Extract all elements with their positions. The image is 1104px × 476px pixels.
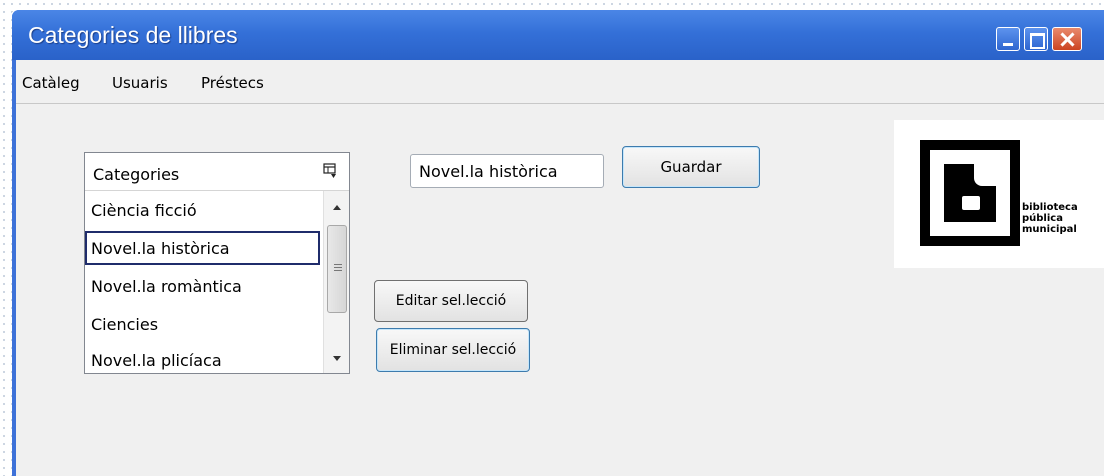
category-list-scrollbar[interactable] xyxy=(323,191,349,373)
category-list[interactable]: Categories Ciència ficció Novel.la histò… xyxy=(84,152,350,374)
maximize-button[interactable] xyxy=(1024,27,1048,51)
category-list-header-label: Categories xyxy=(93,165,180,184)
window-client-area: Catàleg Usuaris Préstecs Categories Cièn… xyxy=(16,60,1104,476)
menu-cataleg[interactable]: Catàleg xyxy=(22,74,80,92)
logo-letter-b xyxy=(944,164,996,222)
logo-text: biblioteca pública municipal xyxy=(1022,202,1078,235)
category-list-header[interactable]: Categories xyxy=(85,153,349,191)
scroll-thumb[interactable] xyxy=(327,225,347,313)
edit-selection-button[interactable]: Editar sel.lecció xyxy=(374,280,528,322)
grip-line xyxy=(334,267,342,268)
window-title: Categories de llibres xyxy=(28,22,238,48)
category-item-novel-la-historica[interactable]: Novel.la històrica xyxy=(85,231,320,265)
logo-b-icon xyxy=(920,140,1020,246)
category-item-novel-la-policiaca[interactable]: Novel.la plicíaca xyxy=(85,343,320,373)
title-bar[interactable]: Categories de llibres xyxy=(12,10,1104,60)
menu-usuaris[interactable]: Usuaris xyxy=(112,74,168,92)
logo-text-line-3: municipal xyxy=(1022,224,1077,235)
menu-bar: Catàleg Usuaris Préstecs xyxy=(16,60,1104,104)
scroll-up-arrow-icon[interactable] xyxy=(333,205,341,210)
scroll-down-arrow-icon[interactable] xyxy=(333,356,341,361)
logo-ring xyxy=(930,150,1010,236)
save-button[interactable]: Guardar xyxy=(622,146,760,188)
column-chooser-icon[interactable] xyxy=(323,163,337,179)
category-item-ciencia-ficcio[interactable]: Ciència ficció xyxy=(85,193,320,227)
category-item-ciencies[interactable]: Ciencies xyxy=(85,307,320,341)
logo-text-line-1: biblioteca xyxy=(1022,202,1078,213)
logo-text-line-2: pública xyxy=(1022,213,1063,224)
app-window: Categories de llibres Catàleg Usuaris Pr… xyxy=(12,10,1104,476)
delete-selection-button[interactable]: Eliminar sel.lecció xyxy=(376,328,530,372)
grip-line xyxy=(334,270,342,271)
logo-b-hole xyxy=(962,196,980,210)
category-item-novel-la-romantica[interactable]: Novel.la romàntica xyxy=(85,269,320,303)
close-button[interactable] xyxy=(1052,27,1082,51)
category-name-input[interactable] xyxy=(410,154,604,188)
logo-b-notch xyxy=(974,164,996,186)
grip-line xyxy=(334,264,342,265)
minimize-button[interactable] xyxy=(996,27,1020,51)
background-dots-left xyxy=(0,0,12,476)
library-logo: biblioteca pública municipal xyxy=(894,120,1104,268)
menu-prestecs[interactable]: Préstecs xyxy=(201,74,264,92)
